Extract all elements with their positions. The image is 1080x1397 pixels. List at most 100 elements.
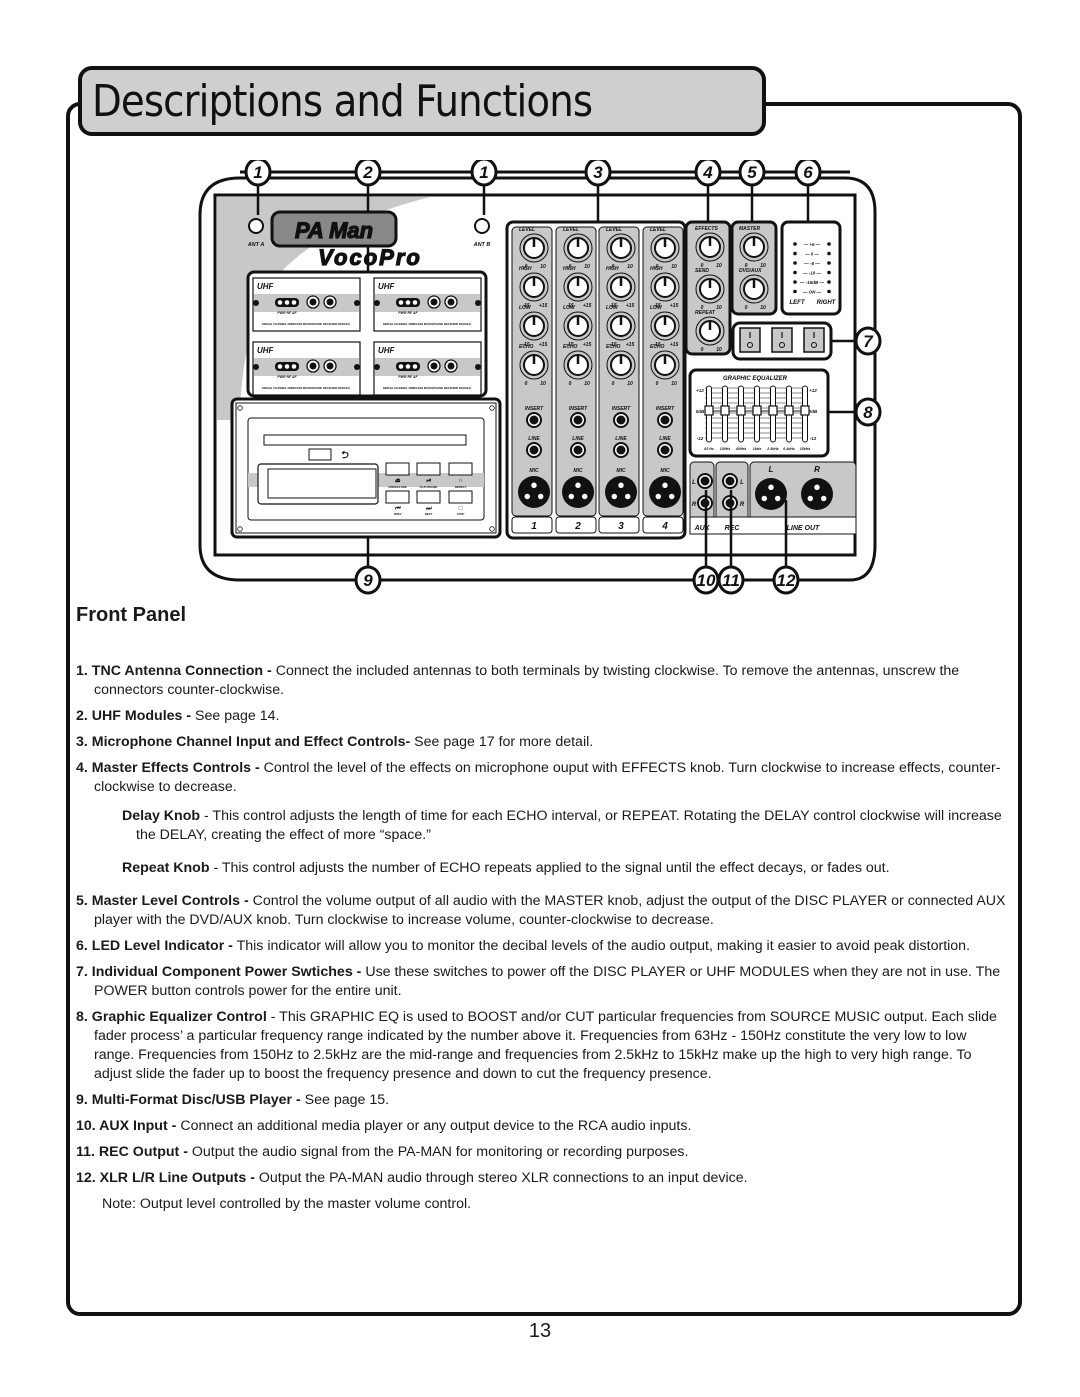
item-number: 10. — [76, 1118, 100, 1134]
callout-3: 3 — [593, 163, 603, 182]
callout-8: 8 — [863, 403, 873, 422]
uhf-screw — [475, 300, 481, 306]
line-out-l-label: L — [769, 465, 774, 474]
insert-label: INSERT — [569, 406, 588, 412]
eq-fader-1khz[interactable] — [752, 405, 762, 416]
led-left — [793, 270, 797, 275]
xlr-line-out-right-pin — [814, 484, 820, 490]
callout-12: 12 — [777, 571, 796, 590]
xlr-line-out-right — [801, 478, 833, 510]
channel-3-low-knob-label: LOW — [606, 305, 619, 311]
uhf-label: UHF — [257, 282, 275, 291]
description-item: 2. UHF Modules - See page 14. — [76, 707, 1006, 726]
led-left-label: LEFT — [790, 300, 806, 306]
channel-4-echo-knob-max: 10 — [671, 381, 677, 387]
uhf-caption: SINGLE CHANNEL WIRELESS MICROPHONE RECEI… — [383, 322, 471, 326]
disc-button-prev — [385, 490, 410, 504]
callout-11: 11 — [722, 571, 740, 590]
mic-label: MIC — [660, 468, 670, 474]
description-item: 9. Multi-Format Disc/USB Player - See pa… — [76, 1091, 1006, 1110]
disc-button-label: PREV — [394, 512, 403, 516]
item-number: 4. — [76, 760, 92, 776]
uhf-squelch-knob-cap — [430, 298, 438, 306]
effects-knob-max: 10 — [716, 263, 722, 269]
item-text: See page 15. — [300, 1092, 390, 1108]
eq-fader-150hz[interactable] — [720, 405, 730, 416]
xlr-line-out-left-pin — [768, 484, 774, 490]
callout-2: 2 — [362, 163, 373, 182]
uhf-volume-knob-cap — [447, 298, 455, 306]
item-term: Individual Component Power Swtiches - — [91, 964, 362, 980]
eq-band-label: 150Hz — [720, 447, 731, 451]
uhf-led — [284, 364, 290, 369]
eq-scale-zero: 0dB — [809, 409, 818, 414]
item-term: TNC Antenna Connection - — [91, 663, 272, 679]
antenna-b-label: ANT B — [473, 242, 491, 248]
led-left — [793, 280, 797, 284]
description-item: 7. Individual Component Power Swtiches -… — [76, 963, 1006, 1001]
disc-button-play-pause — [416, 462, 441, 476]
page-title: Descriptions and Functions — [92, 75, 593, 127]
power-switch[interactable] — [771, 327, 793, 353]
led-left — [793, 242, 797, 246]
usb-icon: ⮌ — [340, 450, 349, 461]
uhf-led — [398, 300, 404, 305]
item-number: 9. — [76, 1092, 92, 1108]
mic-xlr-input — [649, 476, 681, 508]
output-note: Note: Output level controlled by the mas… — [102, 1196, 472, 1212]
disc-icon: ⏏ — [395, 478, 401, 484]
channel-1-level-knob-label: LEVEL — [519, 227, 535, 233]
rec-label: REC — [725, 525, 741, 532]
eq-fader-6.4khz[interactable] — [784, 405, 794, 416]
callout-4: 4 — [702, 163, 713, 182]
sub-brand-logo: VocoPro — [318, 245, 422, 270]
line-out-r-label: R — [814, 465, 820, 474]
channel-1-echo-knob-label: ECHO — [519, 344, 534, 350]
item-term: UHF Modules - — [91, 708, 192, 724]
eq-fader-400hz[interactable] — [736, 405, 746, 416]
uhf-led — [412, 364, 418, 369]
led-level-label: — +5 — — [803, 242, 821, 247]
led-right — [827, 242, 831, 246]
aux-label: AUX — [694, 525, 711, 532]
uhf-screw — [475, 364, 481, 370]
channel-1-echo-knob-min: 0 — [525, 381, 528, 387]
insert-label: INSERT — [612, 406, 631, 412]
power-switch[interactable] — [803, 327, 825, 353]
power-switch[interactable] — [739, 327, 761, 353]
callout-9: 9 — [363, 571, 373, 590]
uhf-screw — [354, 364, 360, 370]
mic-xlr-input-pin — [611, 493, 618, 500]
xlr-line-out-left-pin — [761, 495, 768, 502]
disc-button-repeat — [448, 462, 473, 476]
antenna-a-label: ANT A — [247, 242, 265, 248]
mic-xlr-input-pin — [524, 493, 531, 500]
disc-button-label: OPEN/CLOSE — [388, 485, 406, 489]
uhf-led-labels: PWR RF AF — [398, 375, 418, 379]
repeat-knob-label: REPEAT — [695, 310, 716, 316]
uhf-volume-knob-cap — [326, 362, 334, 370]
uhf-led — [405, 364, 411, 369]
mic-xlr-input — [562, 476, 594, 508]
eq-fader-2.5khz[interactable] — [768, 405, 778, 416]
mic-xlr-input-pin — [568, 493, 575, 500]
item-term: REC Output - — [98, 1144, 188, 1160]
dvd-aux-knob-max: 10 — [760, 305, 766, 311]
effects-knob-label: EFFECTS — [695, 226, 718, 232]
uhf-led — [284, 300, 290, 305]
eq-fader-15khz[interactable] — [800, 405, 810, 416]
uhf-led — [291, 300, 297, 305]
item-number: 3. — [76, 734, 92, 750]
mic-xlr-input — [518, 476, 550, 508]
led-level-label: — -15dB — — [799, 280, 825, 285]
disc-button-stop — [448, 490, 473, 504]
eq-fader-63hz[interactable] — [704, 405, 714, 416]
channel-2-high-knob-label: HIGH — [563, 266, 576, 272]
uhf-label: UHF — [257, 346, 275, 355]
aux-l-label: L — [692, 480, 696, 486]
output-label-plate — [689, 516, 857, 535]
led-level-label: — 0 — — [804, 252, 820, 257]
channel-number: 3 — [618, 521, 624, 532]
disc-button-label: NEXT — [425, 512, 433, 516]
channel-1-high-knob-max: +15 — [539, 303, 548, 309]
